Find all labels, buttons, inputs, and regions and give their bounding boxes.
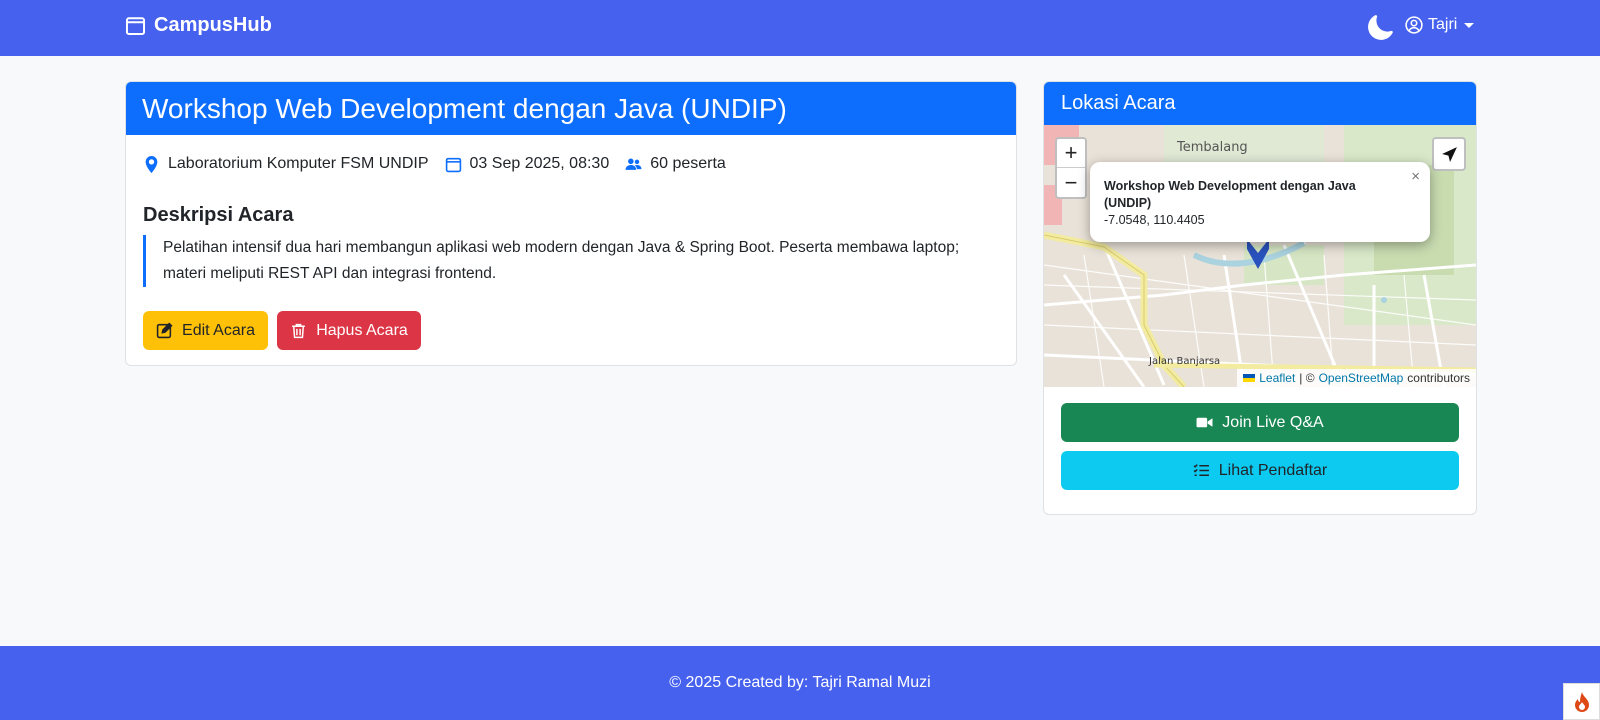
view-registrants-label: Lihat Pendaftar [1218, 461, 1328, 479]
trash-icon [292, 323, 306, 339]
popup-coords: -7.0548, 110.4405 [1104, 213, 1205, 227]
zoom-out-button[interactable]: − [1057, 168, 1085, 197]
event-location: Laboratorium Komputer FSM UNDIP [143, 155, 429, 173]
brand-link[interactable]: CampusHub [125, 14, 272, 37]
map-popup: Workshop Web Development dengan Java (UN… [1090, 162, 1430, 242]
leaflet-link[interactable]: Leaflet [1259, 371, 1295, 385]
map-label-street: Jalan Banjarsa [1148, 356, 1220, 367]
user-circle-icon [1405, 16, 1423, 34]
datetime-text: 03 Sep 2025, 08:30 [469, 155, 610, 172]
moon-icon[interactable] [1367, 15, 1393, 41]
brand-name: CampusHub [154, 14, 272, 36]
map-attribution: Leaflet | © OpenStreetMap contributors [1237, 369, 1476, 387]
user-name: Tajri [1428, 16, 1458, 33]
event-map[interactable]: Tembalang Jalan Banjarsa + − Workshop We… [1044, 125, 1476, 387]
edit-event-label: Edit Acara [182, 321, 255, 339]
user-menu[interactable]: Tajri [1405, 16, 1475, 34]
locate-button[interactable] [1432, 137, 1466, 171]
footer: © 2025 Created by: Tajri Ramal Muzi [0, 646, 1600, 720]
edit-event-button[interactable]: Edit Acara [143, 311, 268, 350]
chevron-down-icon [1464, 22, 1475, 28]
attribution-separator: | © [1299, 371, 1315, 385]
osm-link[interactable]: OpenStreetMap [1319, 371, 1404, 385]
users-icon [625, 158, 642, 170]
description-text: Pelatihan intensif dua hari membangun ap… [143, 235, 993, 287]
event-participants: 60 peserta [625, 155, 726, 173]
event-title: Workshop Web Development dengan Java (UN… [126, 82, 1016, 135]
ukraine-flag-icon [1243, 374, 1256, 382]
debug-toolbar-button[interactable] [1563, 683, 1600, 720]
map-pin-icon [145, 155, 158, 173]
video-camera-icon [1196, 417, 1213, 428]
location-card: Lokasi Acara Tembalang Jalan Banjarsa + … [1043, 81, 1477, 515]
location-text: Laboratorium Komputer FSM UNDIP [168, 155, 429, 172]
location-card-title: Lokasi Acara [1044, 82, 1476, 125]
attribution-suffix: contributors [1407, 371, 1470, 385]
popup-title: Workshop Web Development dengan Java (UN… [1104, 179, 1356, 210]
calendar-icon [445, 157, 461, 172]
event-card: Workshop Web Development dengan Java (UN… [125, 81, 1017, 366]
edit-icon [156, 322, 173, 339]
navbar: CampusHub Tajri [0, 0, 1600, 56]
calendar-icon [125, 17, 146, 36]
description-title: Deskripsi Acara [143, 204, 294, 226]
join-live-qa-button[interactable]: Join Live Q&A [1061, 403, 1459, 442]
map-marker-icon[interactable] [1245, 239, 1271, 269]
map-label-tembalang: Tembalang [1176, 140, 1248, 155]
delete-event-label: Hapus Acara [316, 321, 408, 339]
list-icon [1193, 464, 1209, 477]
join-live-qa-label: Join Live Q&A [1222, 413, 1324, 431]
participants-text: 60 peserta [650, 155, 726, 172]
flame-icon [1574, 691, 1589, 712]
event-meta: Laboratorium Komputer FSM UNDIP 03 Sep 2… [143, 155, 742, 173]
location-arrow-icon [1441, 146, 1457, 162]
view-registrants-button[interactable]: Lihat Pendaftar [1061, 451, 1459, 490]
zoom-in-button[interactable]: + [1057, 139, 1085, 168]
event-datetime: 03 Sep 2025, 08:30 [445, 155, 610, 173]
zoom-control: + − [1055, 137, 1087, 199]
footer-text: © 2025 Created by: Tajri Ramal Muzi [669, 674, 931, 691]
popup-close-button[interactable]: × [1411, 168, 1420, 185]
delete-event-button[interactable]: Hapus Acara [277, 311, 421, 350]
